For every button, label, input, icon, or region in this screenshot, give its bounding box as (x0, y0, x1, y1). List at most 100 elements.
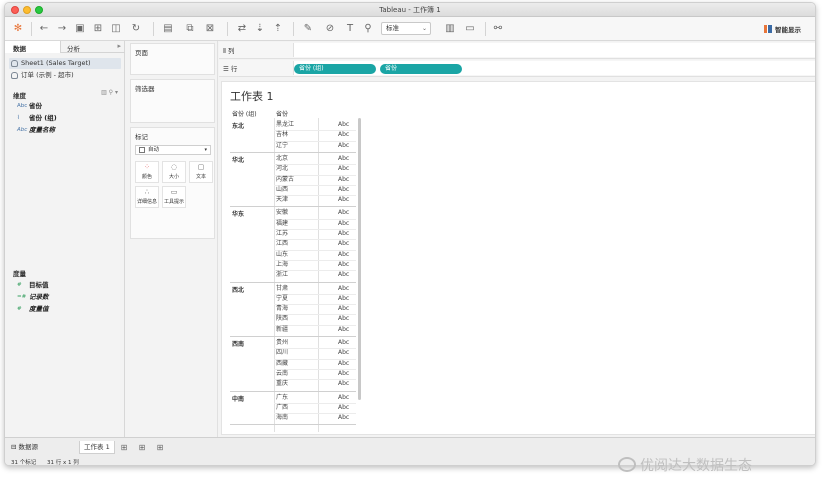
province-cell[interactable]: 河北 (276, 164, 288, 174)
abc-cell[interactable]: Abc (338, 369, 349, 379)
abc-cell[interactable]: Abc (338, 229, 349, 239)
field-province[interactable]: Abc 省份 (17, 101, 42, 111)
province-cell[interactable]: 宁夏 (276, 294, 288, 304)
region-cell[interactable]: 东北 (232, 121, 244, 130)
field-measure-names[interactable]: Abc 度量名称 (17, 125, 55, 135)
detail-button[interactable]: ∴ 详细信息 (135, 186, 159, 208)
abc-cell[interactable]: Abc (338, 348, 349, 358)
abc-cell[interactable]: Abc (338, 208, 349, 218)
province-cell[interactable]: 福建 (276, 219, 288, 229)
duplicate-sheet-icon[interactable]: ⧉ (183, 22, 197, 36)
abc-cell[interactable]: Abc (338, 250, 349, 260)
region-cell[interactable]: 华东 (232, 209, 244, 218)
new-story-icon[interactable]: ⊞ (155, 443, 165, 452)
highlight-icon[interactable]: ✎ (301, 22, 315, 36)
rows-drop-zone[interactable]: 省份 (组) 省份 (293, 61, 815, 75)
province-cell[interactable]: 广东 (276, 393, 288, 403)
province-cell[interactable]: 吉林 (276, 130, 288, 140)
abc-cell[interactable]: Abc (338, 294, 349, 304)
sort-asc-icon[interactable]: ⇣ (253, 22, 267, 36)
abc-cell[interactable]: Abc (338, 314, 349, 324)
abc-cell[interactable]: Abc (338, 260, 349, 270)
abc-cell[interactable]: Abc (338, 270, 349, 280)
pill-province-group[interactable]: 省份 (组) (294, 64, 376, 74)
group-icon[interactable]: ⊘ (323, 22, 337, 36)
province-cell[interactable]: 重庆 (276, 379, 288, 389)
abc-cell[interactable]: Abc (338, 284, 349, 294)
back-icon[interactable]: ← (37, 22, 51, 36)
pause-updates-icon[interactable]: ◫ (109, 22, 123, 36)
presentation-icon[interactable]: ▭ (463, 22, 477, 36)
labels-icon[interactable]: T (343, 22, 357, 36)
abc-cell[interactable]: Abc (338, 359, 349, 369)
pill-province[interactable]: 省份 (380, 64, 462, 74)
new-worksheet-icon[interactable]: ⊞ (119, 443, 129, 452)
sheet-title[interactable]: 工作表 1 (230, 88, 274, 104)
province-cell[interactable]: 辽宁 (276, 141, 288, 151)
header-province-group[interactable]: 省份 (组) (232, 109, 257, 118)
province-cell[interactable]: 山东 (276, 250, 288, 260)
dimensions-tools[interactable]: ▥ ⚲ ▾ (101, 89, 118, 96)
abc-cell[interactable]: Abc (338, 175, 349, 185)
province-cell[interactable]: 江苏 (276, 229, 288, 239)
region-cell[interactable]: 西北 (232, 285, 244, 294)
abc-cell[interactable]: Abc (338, 130, 349, 140)
datasource-item-orders[interactable]: 订单 (示例 - 超市) (9, 70, 121, 81)
abc-cell[interactable]: Abc (338, 413, 349, 423)
abc-cell[interactable]: Abc (338, 338, 349, 348)
province-cell[interactable]: 新疆 (276, 325, 288, 335)
field-measure-values[interactable]: # 度量值 (17, 304, 49, 314)
columns-shelf[interactable]: ⦀ 列 (219, 42, 815, 59)
size-button[interactable]: ◌ 大小 (162, 161, 186, 183)
province-cell[interactable]: 甘肃 (276, 284, 288, 294)
province-cell[interactable]: 上海 (276, 260, 288, 270)
tooltip-button[interactable]: ▭ 工具提示 (162, 186, 186, 208)
province-cell[interactable]: 北京 (276, 154, 288, 164)
field-province-group[interactable]: ⌇ 省份 (组) (17, 113, 57, 123)
datasource-item-sales-target[interactable]: Sheet1 (Sales Target) (9, 58, 121, 69)
vertical-scrollbar[interactable] (358, 118, 361, 400)
clear-sheet-icon[interactable]: ⊠ (203, 22, 217, 36)
province-cell[interactable]: 天津 (276, 195, 288, 205)
pages-card[interactable]: 页面 (130, 43, 215, 75)
share-icon[interactable]: ⚯ (491, 22, 505, 36)
province-cell[interactable]: 浙江 (276, 270, 288, 280)
province-cell[interactable]: 西藏 (276, 359, 288, 369)
abc-cell[interactable]: Abc (338, 379, 349, 389)
abc-cell[interactable]: Abc (338, 325, 349, 335)
show-cards-icon[interactable]: ▥ (443, 22, 457, 36)
filters-card[interactable]: 筛选器 (130, 79, 215, 123)
tab-analysis[interactable]: 分析 (67, 43, 80, 53)
show-me-button[interactable]: 智能显示 (764, 24, 801, 34)
field-record-count[interactable]: =# 记录数 (17, 292, 49, 302)
mark-type-select[interactable]: 自动 ▾ (135, 145, 211, 155)
new-dashboard-icon[interactable]: ⊞ (137, 443, 147, 452)
fit-select[interactable]: 标准 ⌄ (381, 22, 431, 35)
new-sheet-icon[interactable]: ▤ (161, 22, 175, 36)
save-icon[interactable]: ▣ (73, 22, 87, 36)
collapse-pane-icon[interactable]: ▸ (117, 42, 121, 50)
province-cell[interactable]: 海南 (276, 413, 288, 423)
new-datasource-icon[interactable]: ⊞ (91, 22, 105, 36)
header-province[interactable]: 省份 (276, 109, 288, 118)
province-cell[interactable]: 广西 (276, 403, 288, 413)
swap-icon[interactable]: ⇄ (235, 22, 249, 36)
province-cell[interactable]: 内蒙古 (276, 175, 294, 185)
sheet-tab-1[interactable]: 工作表 1 (79, 441, 115, 454)
abc-cell[interactable]: Abc (338, 239, 349, 249)
abc-cell[interactable]: Abc (338, 141, 349, 151)
abc-cell[interactable]: Abc (338, 195, 349, 205)
abc-cell[interactable]: Abc (338, 120, 349, 130)
province-cell[interactable]: 山西 (276, 185, 288, 195)
province-cell[interactable]: 江西 (276, 239, 288, 249)
abc-cell[interactable]: Abc (338, 219, 349, 229)
province-cell[interactable]: 安徽 (276, 208, 288, 218)
region-cell[interactable]: 西南 (232, 339, 244, 348)
tableau-logo-icon[interactable]: ✻ (11, 22, 25, 36)
province-cell[interactable]: 青海 (276, 304, 288, 314)
region-cell[interactable]: 华北 (232, 155, 244, 164)
province-cell[interactable]: 黑龙江 (276, 120, 294, 130)
color-button[interactable]: ⁘ 颜色 (135, 161, 159, 183)
datasource-tab[interactable]: ⊟ 数据源 (7, 441, 42, 454)
province-cell[interactable]: 云南 (276, 369, 288, 379)
